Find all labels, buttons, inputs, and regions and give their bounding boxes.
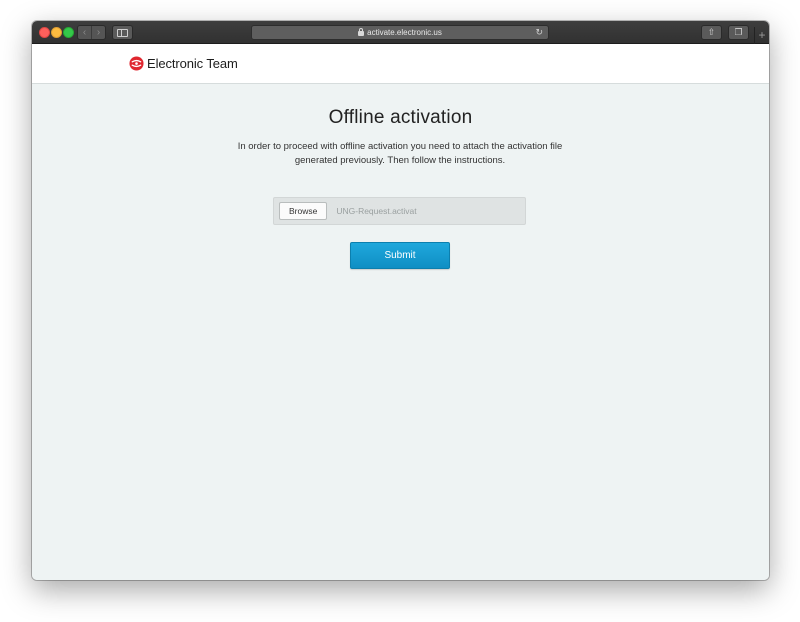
site-header: Electronic Team bbox=[32, 44, 769, 84]
minimize-window-button[interactable] bbox=[51, 27, 62, 38]
navigation-buttons: ‹ › bbox=[77, 25, 106, 40]
lock-icon bbox=[358, 28, 365, 36]
forward-button[interactable]: › bbox=[91, 26, 105, 39]
file-upload-field[interactable]: Browse UNG-Request.activat bbox=[273, 197, 526, 225]
selected-file-name: UNG-Request.activat bbox=[336, 206, 417, 216]
address-bar[interactable]: activate.electronic.us ↻ bbox=[251, 25, 549, 40]
submit-button[interactable]: Submit bbox=[350, 242, 450, 269]
main-content: Offline activation In order to proceed w… bbox=[32, 85, 769, 580]
sidebar-toggle-button[interactable] bbox=[112, 25, 133, 40]
browser-window: ‹ › activate.electronic.us ↻ ⇧ ❐ + Elect… bbox=[32, 21, 769, 580]
back-button[interactable]: ‹ bbox=[78, 26, 91, 39]
sidebar-icon bbox=[117, 28, 128, 37]
close-window-button[interactable] bbox=[39, 27, 50, 38]
new-tab-button[interactable]: + bbox=[754, 27, 769, 44]
share-icon: ⇧ bbox=[707, 27, 716, 37]
maximize-window-button[interactable] bbox=[63, 27, 74, 38]
page-title: Offline activation bbox=[328, 107, 473, 128]
logo-text: Electronic Team bbox=[147, 56, 238, 71]
page-description: In order to proceed with offline activat… bbox=[237, 141, 563, 166]
browse-button[interactable]: Browse bbox=[279, 202, 328, 220]
site-logo[interactable]: Electronic Team bbox=[129, 56, 238, 71]
share-button[interactable]: ⇧ bbox=[701, 25, 722, 40]
browser-toolbar: ‹ › activate.electronic.us ↻ ⇧ ❐ + bbox=[32, 21, 769, 44]
url-text: activate.electronic.us bbox=[367, 28, 442, 37]
reload-icon[interactable]: ↻ bbox=[535, 27, 543, 38]
show-tabs-button[interactable]: ❐ bbox=[728, 25, 749, 40]
electronic-team-logo-icon bbox=[129, 56, 144, 71]
tabs-icon: ❐ bbox=[734, 27, 743, 37]
